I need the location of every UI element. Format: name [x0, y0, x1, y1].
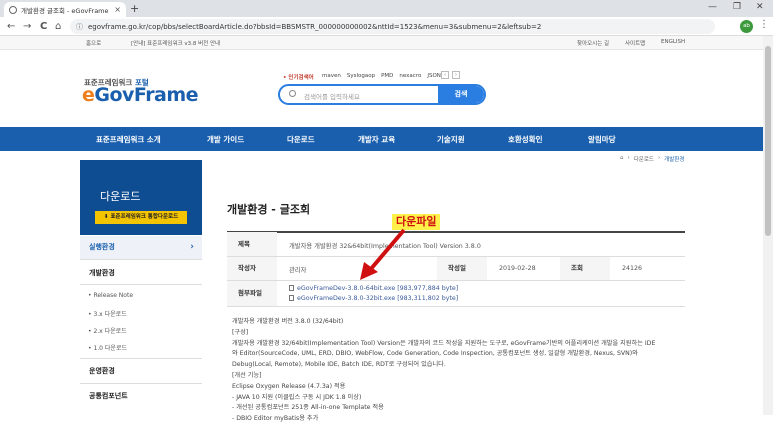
search-button[interactable]: 검색: [438, 86, 484, 103]
file-icon: [289, 295, 294, 301]
keyword-next-button[interactable]: ›: [452, 71, 460, 79]
breadcrumb-separator: ›: [657, 155, 661, 161]
attachment-link[interactable]: eGovFrameDev-3.8.0-32bit.exe [983,311,80…: [289, 295, 458, 302]
maximize-icon[interactable]: ❐: [733, 2, 741, 12]
utility-bar: 홈으로 [안내] 표준프레임워크 v3.8 버전 안내 찾아오시는 길 사이트맵…: [0, 36, 773, 50]
keyword-link[interactable]: maven: [322, 73, 341, 79]
forward-icon[interactable]: →: [23, 19, 31, 34]
nav-item-notice[interactable]: 알림마당: [588, 134, 616, 145]
sidebar-item-ops[interactable]: 운영환경: [80, 362, 202, 380]
breadcrumb: ⌂ › 다운로드 › 개발환경: [620, 155, 684, 163]
sidebar-header: 다운로드 ⬇ 표준프레임워크 통합다운로드: [80, 160, 202, 235]
english-link[interactable]: ENGLISH: [661, 39, 685, 45]
tab-close-icon[interactable]: ×: [114, 5, 121, 14]
divider: [80, 358, 202, 359]
url-text: egovframe.go.kr/cop/bbs/selectBoardArtic…: [88, 22, 542, 31]
attach-label: 첨부파일: [227, 281, 277, 306]
sidebar-title: 다운로드: [100, 190, 141, 203]
nav-item-download[interactable]: 다운로드: [287, 134, 315, 145]
attachment-link[interactable]: eGovFrameDev-3.8.0-64bit.exe [983,977,88…: [289, 285, 458, 292]
nav-item-education[interactable]: 개발자 교육: [358, 134, 395, 145]
directions-link[interactable]: 찾아오시는 길: [577, 39, 609, 47]
nav-item-intro[interactable]: 표준프레임워크 소개: [96, 134, 161, 145]
sidebar-subitem[interactable]: • 2.x 다운로드: [88, 326, 127, 335]
globe-icon: [9, 5, 17, 14]
annotation-arrow-icon: [360, 228, 406, 280]
tab-title: 개발환경 글조회 - eGovFrame 표준프레임워크 포털: [21, 6, 110, 15]
back-icon[interactable]: ←: [7, 19, 15, 34]
writer-value: 관리자: [289, 267, 307, 274]
sitemap-link[interactable]: 사이트맵: [625, 39, 645, 47]
popular-keywords-label: • 인기검색어: [283, 75, 314, 81]
file-icon: [289, 285, 294, 291]
profile-avatar[interactable]: ab: [740, 20, 753, 33]
divider: [80, 383, 202, 384]
date-value: 2019-02-28: [499, 265, 536, 272]
subject-label: 제목: [227, 232, 277, 256]
writer-label: 작성자: [227, 257, 277, 280]
sidebar-subitem[interactable]: • Release Note: [88, 292, 133, 299]
tab-strip: 개발환경 글조회 - eGovFrame 표준프레임워크 포털 × + — ❐ …: [0, 0, 773, 17]
search-box: 검색어를 입력하세요 검색: [278, 84, 486, 105]
home-icon[interactable]: ⌂: [620, 155, 624, 163]
browser-tab[interactable]: 개발환경 글조회 - eGovFrame 표준프레임워크 포털 ×: [4, 2, 126, 17]
nav-item-compatibility[interactable]: 호환성확인: [508, 134, 543, 145]
sidebar-item-runtime[interactable]: 실행환경 ›: [80, 236, 202, 259]
nav-item-guide[interactable]: 개발 가이드: [207, 134, 244, 145]
sidebar-item-common[interactable]: 공통컴포넌트: [80, 387, 202, 405]
breadcrumb-separator: ›: [627, 155, 630, 161]
main-navigation: 표준프레임워크 소개 개발 가이드 다운로드 개발자 교육 기술지원 호환성확인…: [0, 127, 763, 151]
home-icon[interactable]: ⌂: [55, 19, 61, 34]
notice-link[interactable]: [안내] 표준프레임워크 v3.8 버전 안내: [131, 39, 220, 47]
address-bar[interactable]: ⓘ egovframe.go.kr/cop/bbs/selectBoardArt…: [70, 19, 715, 34]
reload-icon[interactable]: C: [40, 19, 47, 34]
scrollbar[interactable]: [763, 36, 773, 415]
divider: [80, 259, 202, 260]
keyword-prev-button[interactable]: ‹: [441, 71, 449, 79]
table-row: 작성자 관리자 작성일 2019-02-28 조회 24126: [227, 257, 685, 281]
table-row: 제목 개발자용 개발환경 32&64bit(Implementation Too…: [227, 232, 685, 257]
divider: [80, 284, 202, 285]
date-label: 작성일: [437, 257, 487, 280]
table-row: 첨부파일 eGovFrameDev-3.8.0-64bit.exe [983,9…: [227, 281, 685, 307]
article-body: 개발자용 개발환경 버전 3.8.0 (32/64bit) [구성] 개발자용 …: [232, 318, 656, 423]
keyword-link[interactable]: PMD: [381, 73, 393, 79]
info-icon[interactable]: ⓘ: [76, 22, 83, 32]
sidebar-item-devenv[interactable]: 개발환경: [80, 264, 202, 282]
search-input[interactable]: 검색어를 입력하세요: [304, 91, 360, 101]
chevron-right-icon: ›: [190, 242, 194, 252]
browser-menu-icon[interactable]: ⋮: [759, 19, 769, 30]
minimize-icon[interactable]: —: [708, 2, 717, 12]
new-tab-button[interactable]: +: [130, 2, 139, 15]
sidebar-subitem[interactable]: • 3.x 다운로드: [88, 309, 127, 318]
views-label: 조회: [560, 257, 610, 280]
breadcrumb-current: 개발환경: [664, 157, 685, 163]
integrated-download-button[interactable]: ⬇ 표준프레임워크 통합다운로드: [95, 211, 187, 224]
breadcrumb-item[interactable]: 다운로드: [634, 155, 654, 163]
home-link[interactable]: 홈으로: [86, 39, 101, 47]
search-icon: [289, 90, 296, 97]
logo[interactable]: eGovFrame: [82, 84, 199, 106]
keyword-link[interactable]: Syslogaop: [347, 73, 375, 79]
sidebar-subitem[interactable]: • 1.0 다운로드: [88, 343, 127, 352]
close-window-icon[interactable]: ✕: [756, 2, 764, 12]
nav-item-support[interactable]: 기술지원: [437, 134, 465, 145]
views-value: 24126: [622, 265, 643, 272]
scrollbar-thumb[interactable]: [765, 46, 771, 236]
download-icon: ⬇: [103, 214, 109, 220]
popular-keywords: maven Syslogaop PMD nexacro JSON: [322, 73, 441, 79]
keyword-link[interactable]: nexacro: [399, 73, 421, 79]
page-title: 개발환경 - 글조회: [227, 203, 311, 216]
keyword-link[interactable]: JSON: [427, 73, 441, 79]
